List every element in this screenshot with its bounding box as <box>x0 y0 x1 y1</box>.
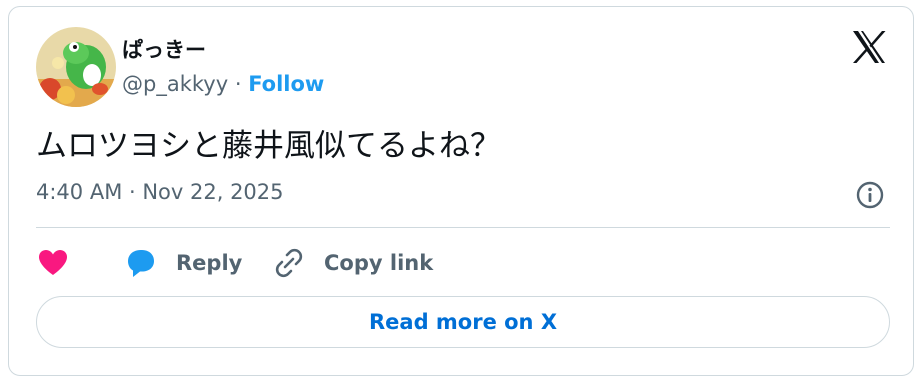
copy-link-label: Copy link <box>324 251 434 275</box>
follow-button[interactable]: Follow <box>248 72 324 96</box>
tweet-text: ムロツヨシと藤井風似てるよね？ <box>36 128 501 164</box>
author-display-name[interactable]: ぱっきー <box>122 34 206 64</box>
tweet-timestamp[interactable]: 4:40 AM · Nov 22, 2025 <box>36 180 284 204</box>
info-icon[interactable] <box>855 180 885 210</box>
x-logo-icon[interactable] <box>850 28 888 66</box>
copy-link-button[interactable]: Copy link <box>272 246 433 280</box>
separator-dot: · <box>234 72 249 96</box>
speech-bubble-icon <box>128 250 154 277</box>
avatar[interactable] <box>36 27 116 107</box>
author-handle[interactable]: @p_akkyy <box>122 72 228 96</box>
divider <box>36 227 890 228</box>
link-icon <box>275 248 303 278</box>
reply-button[interactable]: Reply <box>124 246 242 280</box>
author-handle-row: @p_akkyy · Follow <box>122 72 324 96</box>
reply-label: Reply <box>176 251 243 275</box>
read-more-button[interactable]: Read more on X <box>36 296 890 348</box>
read-more-label: Read more on X <box>368 310 558 334</box>
like-button[interactable] <box>36 246 70 280</box>
avatar-image <box>36 27 116 107</box>
heart-icon <box>39 250 67 275</box>
